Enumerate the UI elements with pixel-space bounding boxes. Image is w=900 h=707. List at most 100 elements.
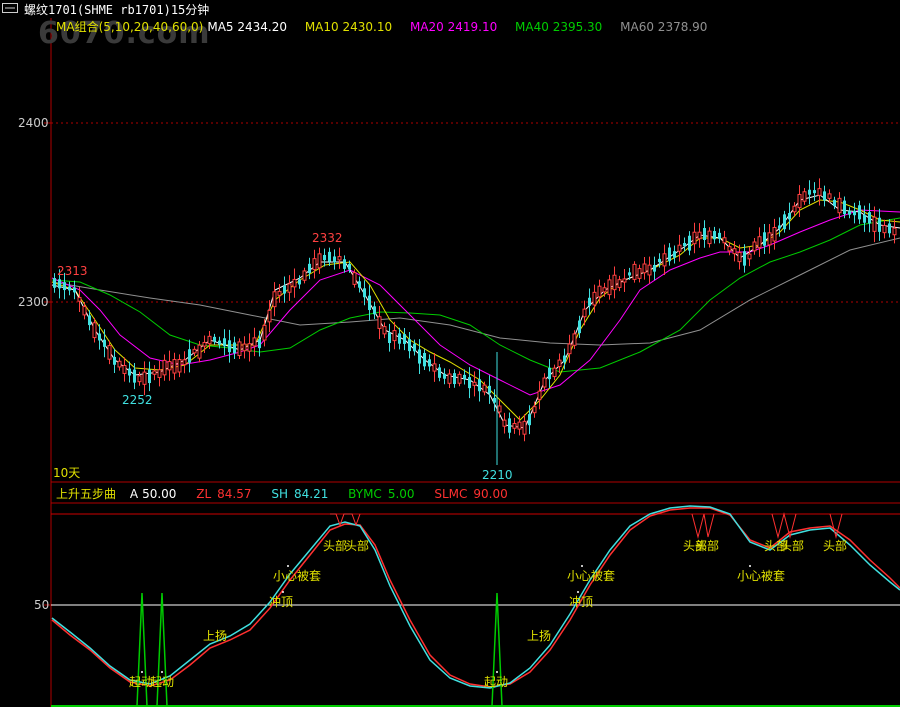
candle-body [382,326,387,335]
candle-body [557,359,562,368]
candle-body [298,279,301,285]
candle-body [653,264,656,272]
ma20-value: MA20 2419.10 [409,20,498,34]
candle-body [77,297,82,302]
signal-xiaoxin-2: 小心被套 [567,569,615,583]
candle-body [53,278,56,288]
annotation-high-2313: 2313 [57,264,88,278]
candle-body [757,236,762,249]
candle-body [272,291,277,308]
candle-body [73,287,76,293]
candle-body [853,210,856,216]
candle-body [863,214,866,223]
annotation-low-2210: 2210 [482,468,513,482]
candle-body [472,381,477,386]
ma10-value: MA10 2430.10 [304,20,393,34]
candle-body [197,344,202,359]
signal-dot [282,591,284,593]
indicator-sh-value: 84.21 [293,487,329,501]
candlestick-series [53,178,897,465]
candle-body [423,352,426,367]
candle-body [167,361,172,371]
candle-body [517,421,522,430]
signal-toubu-4: 头部 [695,538,719,553]
candle-body [283,285,286,294]
candle-body [767,232,772,246]
window-menu-icon[interactable] [2,3,18,13]
candle-body [563,355,566,363]
signal-shangyang-2: 上扬 [527,628,551,643]
candle-body [162,359,167,376]
price-tick-2300: 2300 [18,295,49,309]
candle-body [772,227,777,242]
candle-body [792,205,797,213]
candle-body [172,359,177,374]
candle-body [258,339,261,349]
candle-body [228,340,231,353]
candle-body [537,390,542,400]
candle-body [688,235,691,251]
toubu-notch-2 [691,513,715,539]
candle-body [752,241,757,252]
candle-body [567,343,572,355]
candle-body [333,256,336,263]
candle-body [388,332,391,344]
candle-body [213,336,216,342]
candle-body [463,374,466,380]
candle-body [778,225,781,229]
candle-body [532,406,537,414]
candle-body [597,285,602,298]
candle-body [242,343,247,352]
signal-xiaoxin-3: 小心被套 [737,569,785,583]
candle-body [82,306,87,316]
candle-body [98,333,101,341]
candle-body [692,231,697,245]
candle-body [337,256,342,261]
candle-body [122,365,127,374]
candle-body [673,251,676,258]
candle-body [117,360,122,368]
candle-body [797,193,802,209]
candle-body [617,279,622,288]
candle-body [578,320,581,334]
candle-body [482,384,487,393]
candle-body [478,379,481,392]
candle-body [713,231,716,240]
candle-body [872,216,877,232]
indicator-name: 上升五步曲 [56,487,117,501]
candle-body [808,189,811,195]
signal-dot [496,671,498,673]
candle-body [783,214,786,230]
candle-body [683,242,686,247]
annotation-low-2252: 2252 [122,393,153,407]
signal-xiaoxin-1: 小心被套 [273,569,321,583]
candle-body [277,290,282,296]
candle-body [247,343,252,352]
signal-toubu-1: 头部 [323,538,347,553]
candle-body [428,359,431,367]
candle-body [233,342,236,354]
candle-body [488,385,491,394]
candle-body [443,373,446,379]
candle-body [287,283,292,293]
candle-body [622,278,627,283]
candle-body [328,251,331,262]
signal-shangyang-1: 上扬 [203,628,227,643]
candle-body [223,338,226,347]
candle-body [552,367,557,378]
candle-body [398,333,401,344]
candle-body [843,200,846,215]
candle-body [827,193,832,199]
signal-chongding-1: 冲顶 [269,594,293,609]
candle-body [677,244,682,252]
candle-body [352,272,357,285]
candle-body [188,349,191,363]
ma60-value: MA60 2378.90 [620,20,708,34]
candle-body [802,191,807,202]
candle-body [817,188,822,196]
signal-dot [749,565,751,567]
signal-dot [161,671,163,673]
kline-chart[interactable]: 2400 2300 10天 50 2313 2332 2252 2210 起动 … [0,0,900,707]
candle-body [157,369,162,378]
candle-body [647,264,652,276]
